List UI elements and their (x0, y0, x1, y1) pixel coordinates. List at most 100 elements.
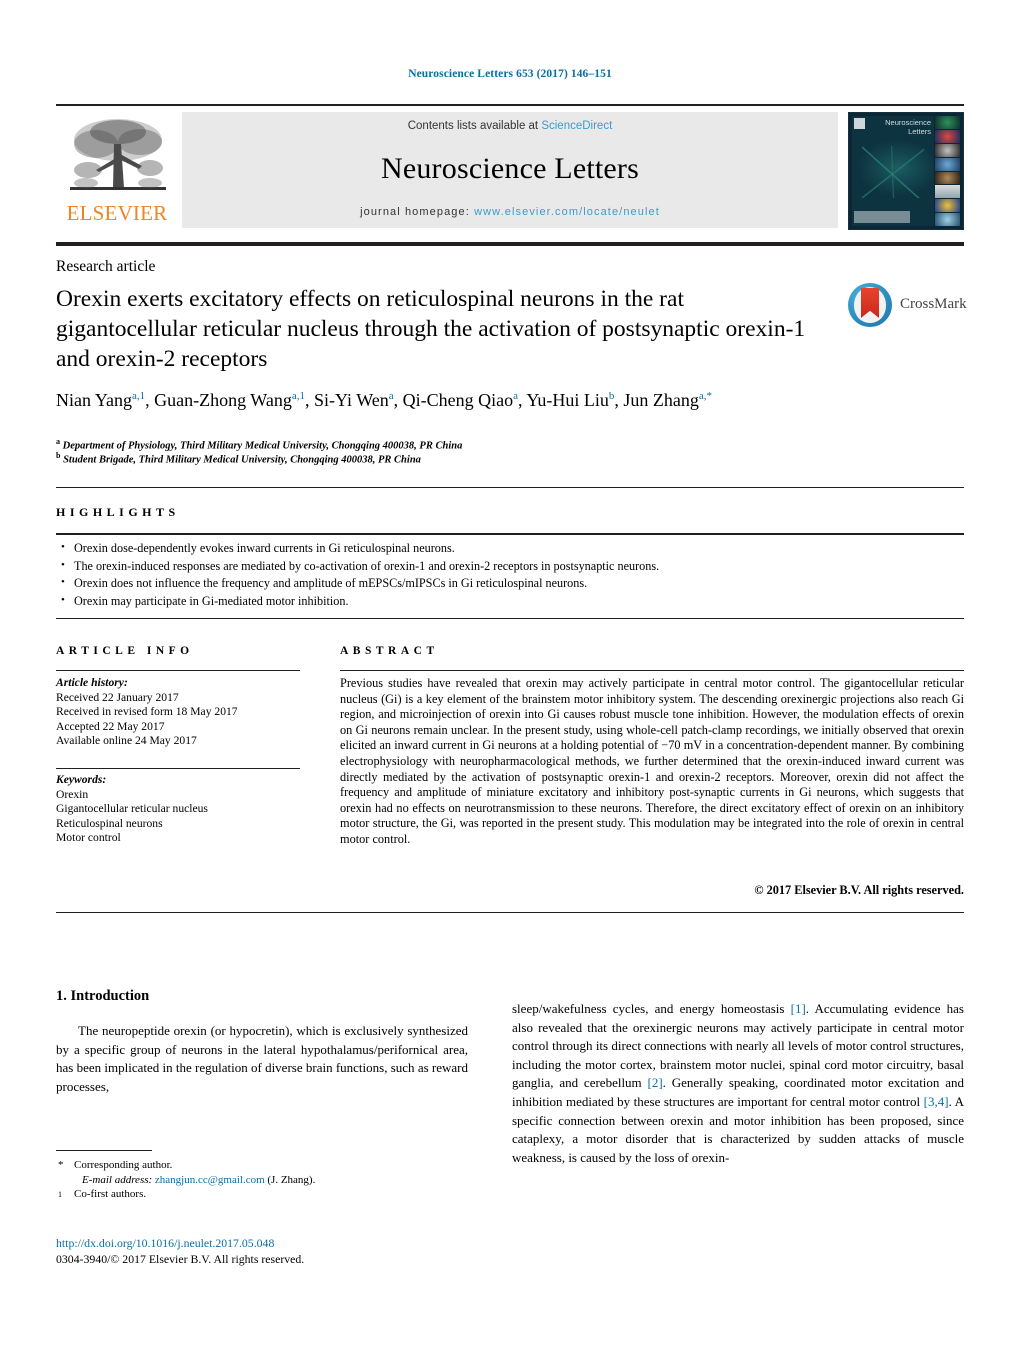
footnote-corresponding-author: * Corresponding author. (56, 1158, 476, 1173)
keywords-rule (56, 768, 300, 769)
author-sup: a,1 (291, 390, 305, 402)
footnote-marker: 1 (58, 1190, 62, 1199)
masthead-center-panel: Contents lists available at ScienceDirec… (182, 112, 838, 228)
cover-caption-bar (854, 211, 910, 223)
masthead-top-rule (56, 104, 964, 106)
paragraph: sleep/wakefulness cycles, and energy hom… (512, 1000, 964, 1167)
history-item: Received 22 January 2017 (56, 690, 179, 704)
keyword-item: Reticulospinal neurons (56, 816, 163, 830)
section-heading-introduction: 1. Introduction (56, 988, 150, 1004)
cover-cell (935, 129, 960, 143)
list-item: Orexin does not influence the frequency … (60, 574, 960, 593)
cover-cell (935, 213, 960, 226)
crossmark-badge[interactable]: CrossMark (848, 283, 967, 329)
affiliation-marker: b (56, 451, 61, 460)
issn-copyright-line: 0304-3940/© 2017 Elsevier B.V. All right… (56, 1252, 305, 1266)
abstract-bottom-rule (56, 912, 964, 913)
history-item: Available online 24 May 2017 (56, 734, 197, 748)
keyword-item: Gigantocellular reticular nucleus (56, 802, 208, 816)
cover-cell (935, 171, 960, 185)
journal-homepage-line: journal homepage: www.elsevier.com/locat… (182, 206, 838, 218)
list-item: Orexin dose-dependently evokes inward cu… (60, 539, 960, 558)
affiliation-text: Student Brigade, Third Military Medical … (63, 454, 421, 466)
text-run: sleep/wakefulness cycles, and energy hom… (512, 1001, 791, 1016)
author-sup: a,* (698, 390, 712, 402)
footnote-text: Co-first authors. (74, 1188, 147, 1200)
list-item: The orexin-induced responses are mediate… (60, 557, 960, 576)
cover-cell (935, 143, 960, 157)
citation-link[interactable]: [2] (648, 1075, 663, 1090)
affiliation-a: a Department of Physiology, Third Milita… (56, 437, 462, 452)
history-item: Received in revised form 18 May 2017 (56, 705, 238, 719)
list-item: Orexin may participate in Gi-mediated mo… (60, 592, 960, 611)
contents-available-line: Contents lists available at ScienceDirec… (182, 120, 838, 132)
highlights-bottom-rule (56, 618, 964, 619)
elsevier-tree-icon (70, 119, 166, 190)
header-bottom-rule (56, 242, 964, 246)
highlights-list: Orexin dose-dependently evokes inward cu… (60, 539, 960, 611)
affiliation-text: Department of Physiology, Third Military… (62, 440, 463, 452)
email-owner: (J. Zhang). (267, 1173, 316, 1186)
author-name: Jun Zhang (623, 390, 699, 410)
footnote-marker: * (58, 1159, 64, 1171)
author-name: Yu-Hui Liu (526, 390, 609, 410)
introduction-left-column: The neuropeptide orexin (or hypocretin),… (56, 1022, 468, 1096)
cover-thumbnail-strip (935, 116, 960, 226)
author-sup: a (388, 390, 394, 402)
author-sup: a (513, 390, 518, 402)
journal-homepage-link[interactable]: www.elsevier.com/locate/neulet (474, 206, 660, 218)
contents-prefix: Contents lists available at (407, 120, 542, 132)
keywords-block: Keywords: Orexin Gigantocellular reticul… (56, 773, 306, 846)
footnote-rule (56, 1150, 152, 1151)
running-head: Neuroscience Letters 653 (2017) 146–151 (408, 68, 612, 80)
author-name: Guan-Zhong Wang (154, 390, 292, 410)
abstract-text: Previous studies have revealed that orex… (340, 676, 964, 846)
history-item: Accepted 22 May 2017 (56, 719, 165, 733)
author-sup: a,1 (132, 390, 146, 402)
elsevier-logo: ELSEVIER (58, 112, 176, 228)
introduction-right-column: sleep/wakefulness cycles, and energy hom… (512, 1000, 964, 1167)
author-name: Nian Yang (56, 390, 133, 410)
keyword-item: Motor control (56, 831, 121, 845)
journal-title: Neuroscience Letters (380, 152, 640, 185)
author-name: Si-Yi Wen (314, 390, 389, 410)
paragraph: The neuropeptide orexin (or hypocretin),… (56, 1023, 468, 1094)
homepage-prefix: journal homepage: (360, 206, 475, 218)
crossmark-label: CrossMark (900, 296, 967, 312)
doi-link[interactable]: http://dx.doi.org/10.1016/j.neulet.2017.… (56, 1236, 274, 1251)
article-history-block: Article history: Received 22 January 201… (56, 676, 306, 749)
footnote-text: Corresponding author. (74, 1159, 173, 1171)
highlights-top-rule (56, 487, 964, 488)
affiliation-marker: a (56, 437, 60, 446)
cover-cell (935, 185, 960, 199)
cover-journal-title: Neuroscience Letters (885, 118, 931, 136)
journal-masthead: ELSEVIER Contents lists available at Sci… (56, 104, 964, 230)
abstract-rule (340, 670, 964, 671)
abstract-heading: ABSTRACT (340, 645, 439, 657)
email-link[interactable]: zhangjun.cc@gmail.com (155, 1174, 265, 1186)
cover-cell (935, 157, 960, 171)
copyright-line: © 2017 Elsevier B.V. All rights reserved… (754, 883, 964, 897)
keywords-label: Keywords: (56, 773, 107, 786)
highlights-heading: HIGHLIGHTS (56, 505, 180, 519)
footnote-block: * Corresponding author. E-mail address: … (56, 1158, 476, 1202)
author-name: Qi-Cheng Qiao (402, 390, 514, 410)
article-info-rule (56, 670, 300, 671)
citation-link[interactable]: [3,4] (924, 1094, 949, 1109)
affiliation-b: b Student Brigade, Third Military Medica… (56, 451, 421, 466)
footnote-cofirst-authors: 1 Co-first authors. (56, 1187, 476, 1202)
crossmark-icon (848, 283, 892, 327)
cover-cell (935, 116, 960, 129)
author-list: Nian Yanga,1, Guan-Zhong Wanga,1, Si-Yi … (56, 390, 712, 410)
page-title: Orexin exerts excitatory effects on reti… (56, 286, 806, 372)
article-type-label: Research article (56, 258, 156, 275)
keyword-item: Orexin (56, 787, 89, 801)
journal-article-page: Neuroscience Letters 653 (2017) 146–151 (0, 0, 1020, 1351)
sciencedirect-link[interactable]: ScienceDirect (541, 120, 612, 132)
citation-link[interactable]: [1] (791, 1001, 806, 1016)
author-sup: b (608, 390, 615, 402)
elsevier-wordmark: ELSEVIER (66, 201, 168, 225)
footnote-email: E-mail address: zhangjun.cc@gmail.com (J… (56, 1173, 476, 1188)
article-info-heading: ARTICLE INFO (56, 645, 194, 657)
highlights-mid-rule (56, 533, 964, 535)
